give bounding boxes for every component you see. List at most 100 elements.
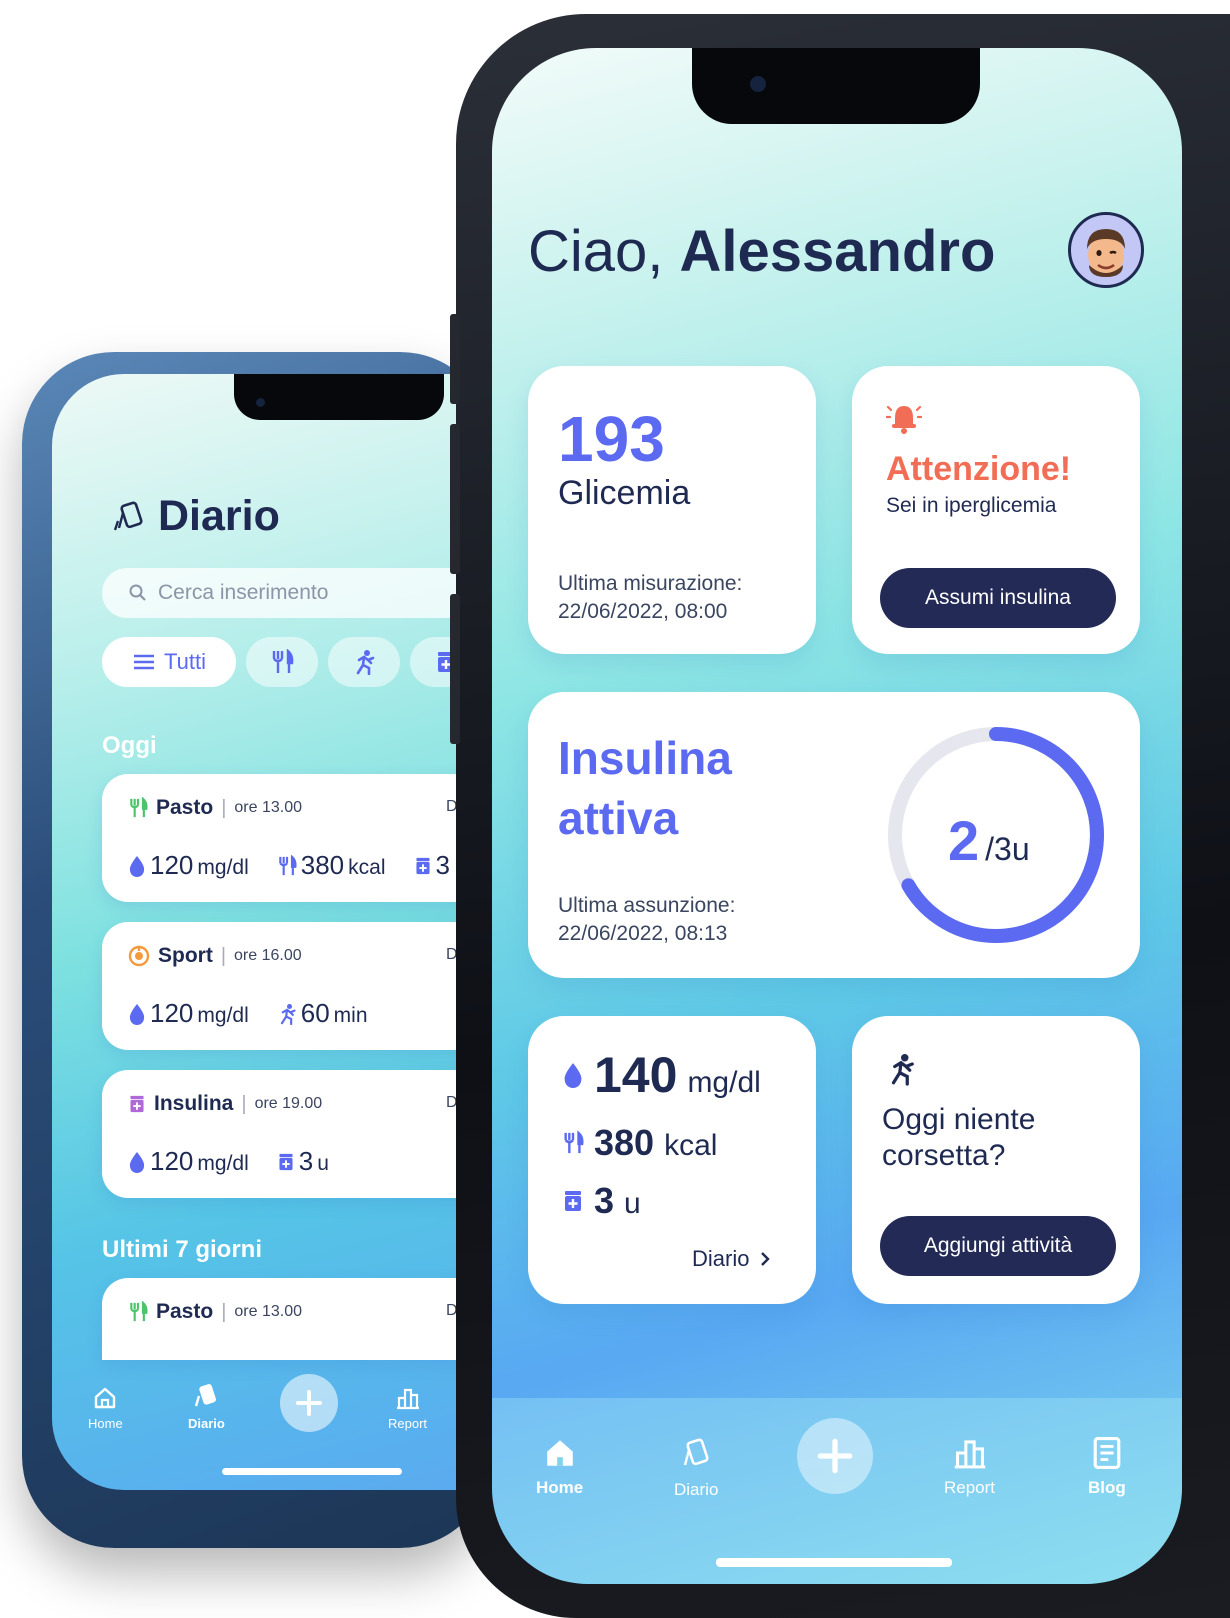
entry-header: Insulina | ore 19.00	[128, 1092, 322, 1116]
diary-header: Diario	[112, 492, 280, 541]
running-icon	[280, 1003, 296, 1025]
diary-entry[interactable]: Pasto | ore 13.00 Dett 120 mg/dl 380 k	[102, 774, 492, 902]
plus-icon	[296, 1390, 322, 1416]
glucose-value: 120 mg/dl	[128, 850, 249, 881]
search-input[interactable]: Cerca inserimento	[102, 568, 492, 618]
filter-chips: Tutti	[102, 637, 482, 687]
home-indicator	[716, 1558, 952, 1567]
blog-icon	[1093, 1437, 1121, 1469]
diary-entry[interactable]: Pasto | ore 13.00 Dett	[102, 1278, 492, 1360]
entry-type: Pasto	[156, 1300, 214, 1323]
fork-knife-icon	[279, 854, 297, 875]
bottom-nav: Home Diario Report	[52, 1350, 492, 1490]
alert-card: Attenzione! Sei in iperglicemia Assumi i…	[852, 366, 1140, 654]
activity-prompt: Oggi niente corsetta?	[882, 1103, 1036, 1172]
insulin-title: Insulina attiva	[558, 732, 732, 844]
calories-value: 380 kcal	[277, 850, 386, 881]
entry-type: Pasto	[156, 796, 214, 819]
bottom-nav: Home Diario Report	[492, 1398, 1182, 1584]
diary-phone: Diario Cerca inserimento Tutti Oggi Past…	[22, 352, 492, 1548]
diary-screen: Diario Cerca inserimento Tutti Oggi Past…	[52, 374, 492, 1490]
add-button[interactable]	[280, 1374, 338, 1432]
alert-subtitle: Sei in iperglicemia	[886, 494, 1057, 517]
notch	[234, 374, 444, 420]
filter-meal[interactable]	[246, 637, 318, 687]
diary-icon	[195, 1384, 217, 1407]
add-button[interactable]	[797, 1418, 873, 1494]
daily-summary-card[interactable]: 140 mg/dl 380 kcal 3 u Diario	[528, 1016, 816, 1304]
activity-card: Oggi niente corsetta? Aggiungi attività	[852, 1016, 1140, 1304]
diary-entry[interactable]: Insulina | ore 19.00 Dett 120 mg/dl 3	[102, 1070, 492, 1198]
diary-icon	[113, 501, 143, 530]
bell-icon	[886, 405, 922, 434]
insulin-pen-icon	[415, 857, 430, 874]
entry-separator: |	[221, 1300, 227, 1323]
insulin-value: 3 u	[277, 1146, 329, 1177]
entry-time: ore 13.00	[234, 799, 302, 816]
filter-sport[interactable]	[328, 637, 400, 687]
glucose-value: 120 mg/dl	[128, 998, 249, 1029]
summary-glucose: 140 mg/dl	[562, 1046, 761, 1104]
nav-home[interactable]: Home	[88, 1386, 123, 1431]
entry-values: 120 mg/dl 60 min	[128, 998, 368, 1029]
summary-insulin: 3 u	[562, 1180, 641, 1222]
report-icon	[396, 1388, 419, 1410]
insulin-pen-icon	[279, 1153, 293, 1170]
nav-blog[interactable]: Blog	[1088, 1436, 1126, 1498]
home-icon	[95, 1387, 116, 1409]
entry-header: Sport | ore 16.00	[128, 944, 302, 968]
drop-icon	[129, 855, 145, 877]
glycemia-value: 193	[558, 403, 665, 475]
home-phone: Ciao, Alessandro 193 Glicemia Ultima mis…	[450, 14, 1230, 1618]
front-camera	[256, 398, 265, 407]
nav-home[interactable]: Home	[536, 1436, 583, 1498]
fork-knife-icon	[130, 1301, 148, 1322]
alert-title: Attenzione!	[886, 450, 1072, 488]
diary-link[interactable]: Diario	[692, 1246, 771, 1272]
greeting: Ciao, Alessandro	[528, 218, 995, 285]
diary-entry[interactable]: Sport | ore 16.00 Dett 120 mg/dl 60 mi	[102, 922, 492, 1050]
section-today: Oggi	[102, 732, 157, 759]
summary-calories: 380 kcal	[562, 1122, 717, 1164]
report-icon	[954, 1440, 985, 1469]
glycemia-card[interactable]: 193 Glicemia Ultima misurazione: 22/06/2…	[528, 366, 816, 654]
entry-header: Pasto | ore 13.00	[128, 796, 302, 820]
nav-report[interactable]: Report	[944, 1436, 995, 1498]
entry-type: Sport	[158, 944, 213, 967]
last-measurement: Ultima misurazione: 22/06/2022, 08:00	[558, 572, 743, 623]
drop-icon	[129, 1151, 145, 1173]
drop-icon	[564, 1063, 582, 1088]
entry-values: 120 mg/dl 3 u	[128, 1146, 329, 1177]
insulin-pen-icon	[565, 1191, 581, 1211]
chevron-right-icon	[761, 1252, 771, 1266]
notch	[692, 48, 980, 124]
search-icon	[129, 584, 146, 601]
list-icon	[134, 654, 154, 670]
plus-icon	[817, 1438, 853, 1474]
nav-diario[interactable]: Diario	[674, 1436, 718, 1500]
running-icon	[891, 1054, 914, 1086]
home-indicator	[222, 1468, 402, 1475]
glycemia-label: Glicemia	[558, 474, 691, 512]
entry-separator: |	[220, 944, 227, 967]
filter-all-label: Tutti	[164, 649, 206, 674]
take-insulin-button[interactable]: Assumi insulina	[880, 568, 1116, 628]
last-intake: Ultima assunzione: 22/06/2022, 08:13	[558, 894, 736, 945]
front-camera	[750, 76, 766, 92]
nav-diario[interactable]: Diario	[188, 1382, 225, 1431]
nav-report[interactable]: Report	[388, 1386, 427, 1431]
filter-all[interactable]: Tutti	[102, 637, 236, 687]
fork-knife-icon	[130, 797, 148, 818]
avatar[interactable]	[1068, 212, 1144, 288]
insulin-pen-icon	[130, 1095, 144, 1113]
insulin-amount: 2 /3u	[948, 809, 1030, 872]
entry-type: Insulina	[154, 1092, 234, 1115]
add-activity-button[interactable]: Aggiungi attività	[880, 1216, 1116, 1276]
drop-icon	[129, 1003, 145, 1025]
entry-values: 120 mg/dl 380 kcal 3	[128, 850, 450, 881]
home-screen: Ciao, Alessandro 193 Glicemia Ultima mis…	[492, 48, 1182, 1584]
active-insulin-card[interactable]: Insulina attiva Ultima assunzione: 22/06…	[528, 692, 1140, 978]
insulin-value: 3	[414, 850, 450, 881]
section-last-7-days: Ultimi 7 giorni	[102, 1236, 263, 1263]
fork-knife-icon	[272, 649, 294, 673]
